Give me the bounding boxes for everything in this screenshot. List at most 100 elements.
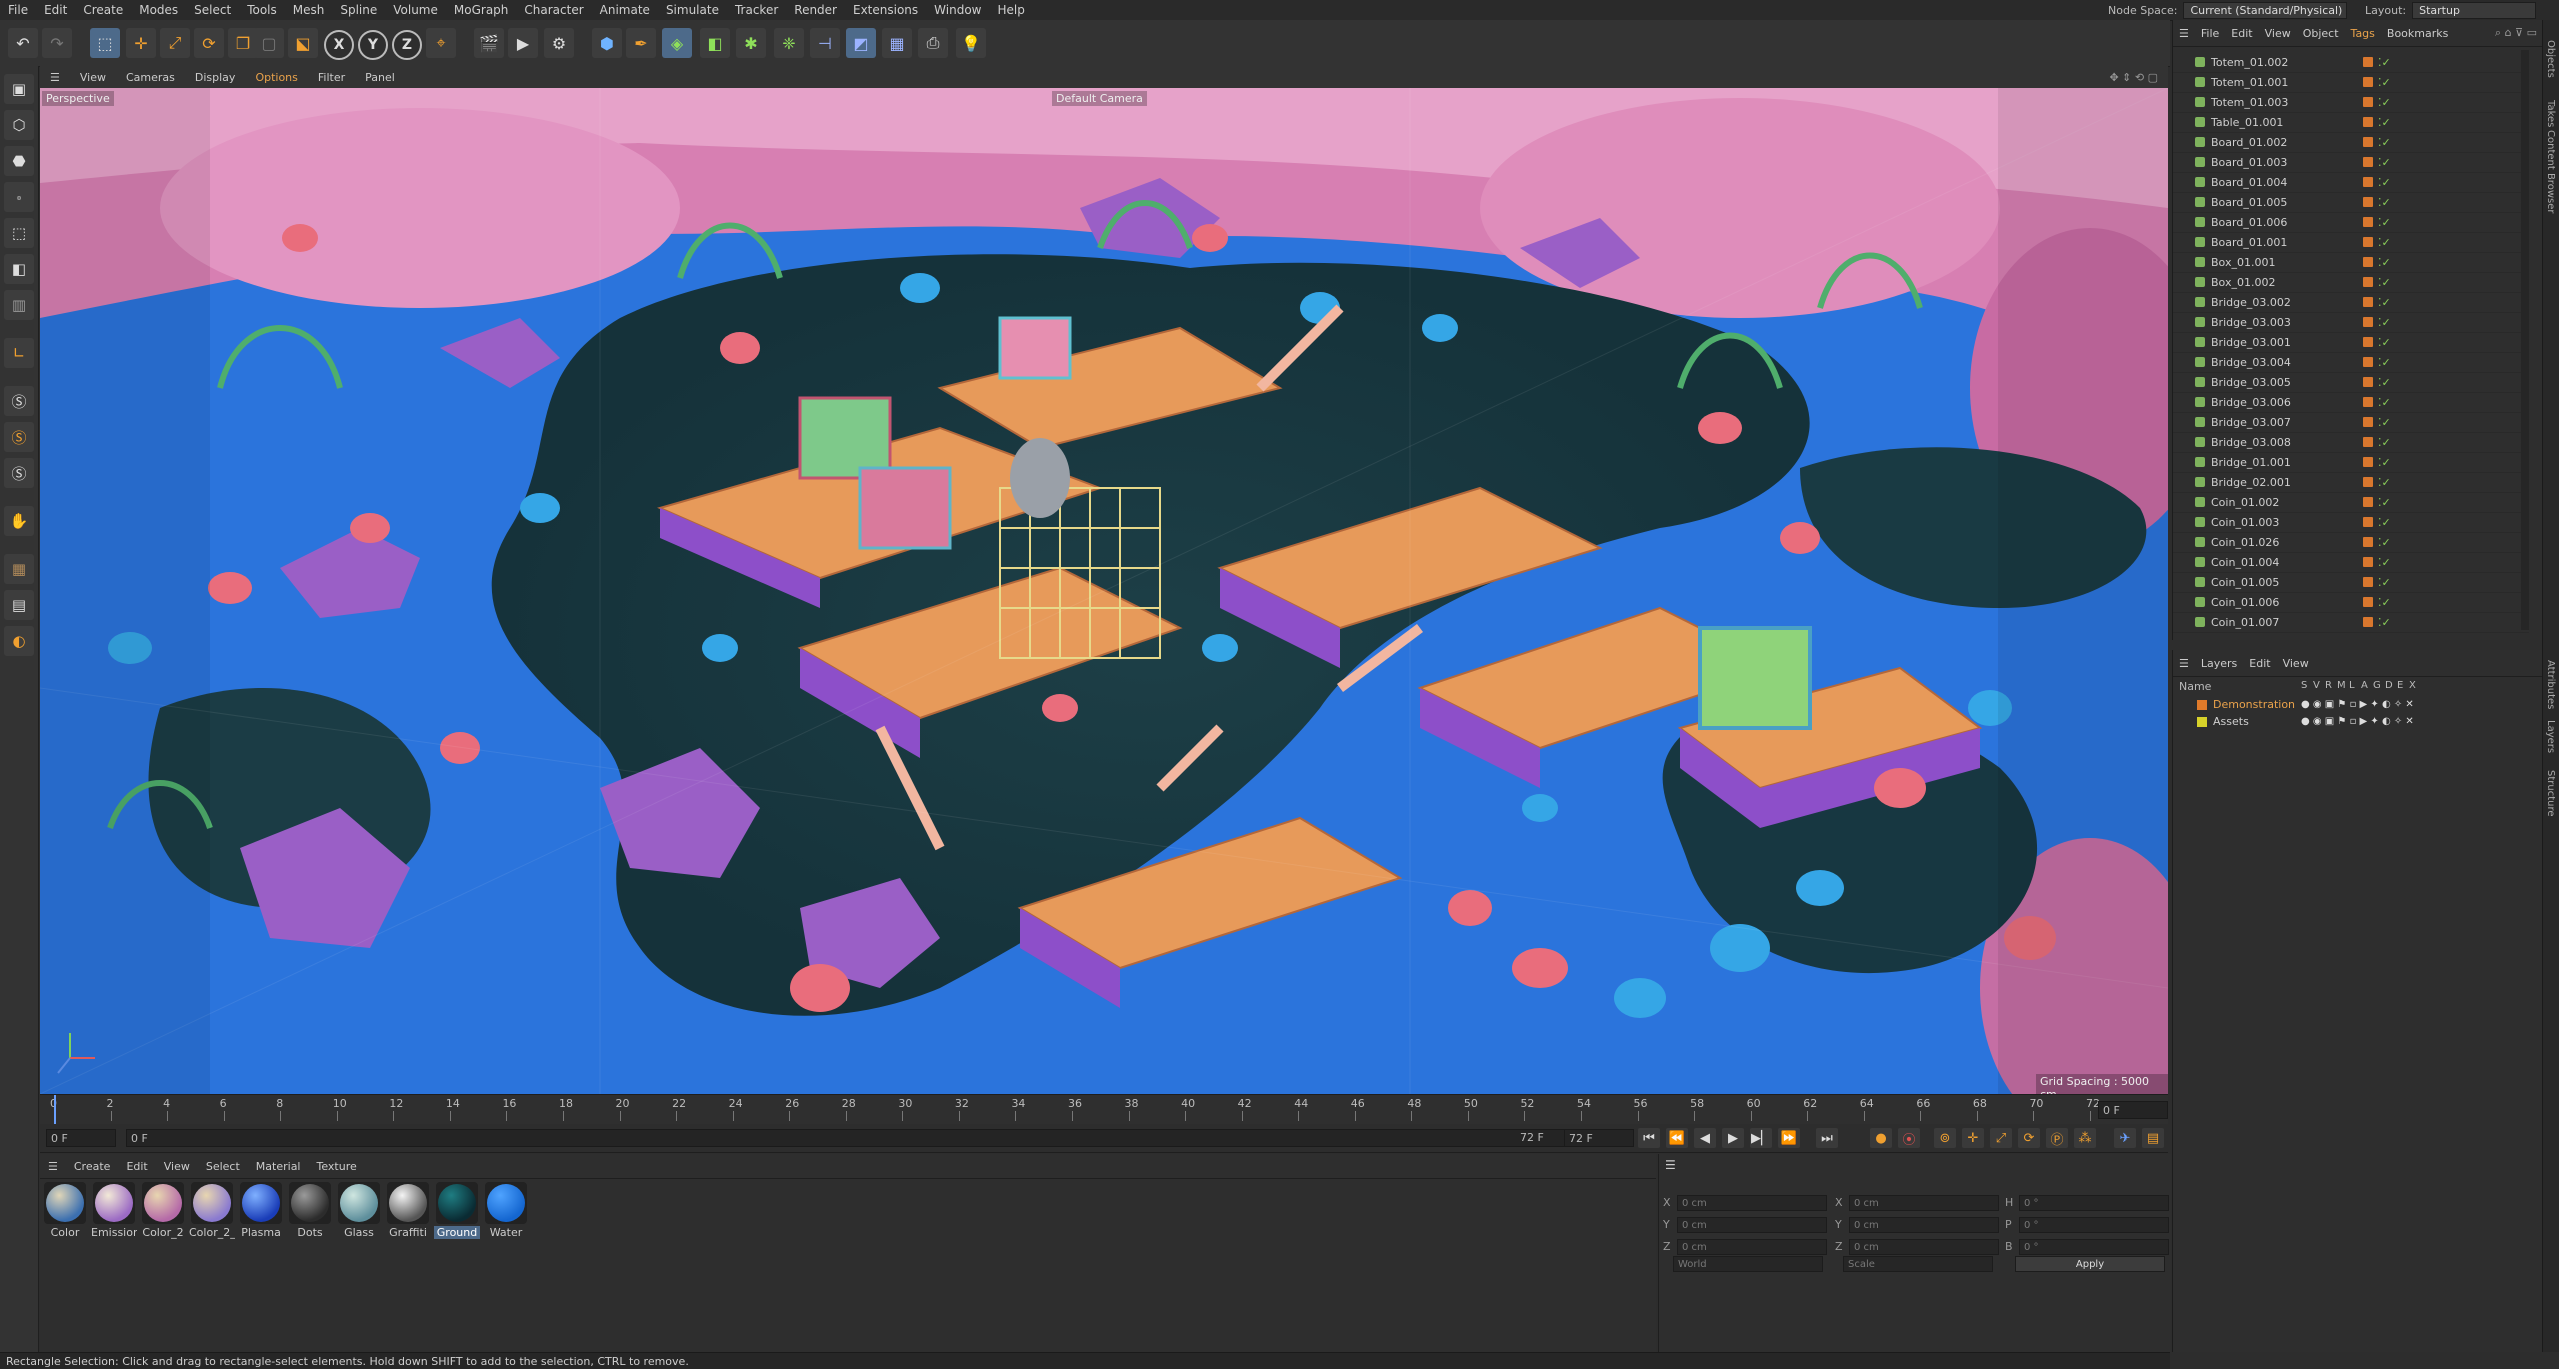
menu-item-tools[interactable]: Tools (239, 3, 285, 17)
go-to-end-icon[interactable]: ⏭ (1816, 1128, 1838, 1148)
menu-item-file[interactable]: File (0, 3, 36, 17)
material-menu-edit[interactable]: Edit (118, 1160, 155, 1173)
layer-row[interactable]: Assets ● ◉ ▣ ⚑ ▫ ▶ ✦ ◐ ✧ ✕ (2173, 713, 2533, 730)
record-active-icon[interactable]: ● (1870, 1128, 1892, 1148)
render-settings-icon[interactable]: ⚙ (544, 28, 574, 58)
position-key-icon[interactable]: ✛ (1962, 1128, 1984, 1148)
object-row[interactable]: Bridge_03.003 ⁚✓ (2173, 312, 2529, 333)
material-tag-icon[interactable] (2363, 357, 2373, 367)
visibility-check-icon[interactable]: ⁚✓ (2378, 556, 2391, 569)
visibility-check-icon[interactable]: ⁚✓ (2378, 76, 2391, 89)
solo-icon[interactable]: ◐ (4, 626, 34, 656)
viewport-menu-display[interactable]: Display (185, 71, 246, 84)
locked-workplane-icon[interactable]: ▤ (4, 590, 34, 620)
layer-color-swatch[interactable] (2197, 716, 2207, 727)
material-menu-view[interactable]: View (156, 1160, 198, 1173)
visibility-check-icon[interactable]: ⁚✓ (2378, 216, 2391, 229)
material-swatch[interactable]: Color (42, 1182, 88, 1239)
material-swatch[interactable]: Plasma (238, 1182, 284, 1239)
right-tab-takes[interactable]: Takes (2545, 100, 2556, 127)
object-row[interactable]: Bridge_01.001 ⁚✓ (2173, 452, 2529, 473)
menu-item-edit[interactable]: Edit (36, 3, 75, 17)
material-swatch[interactable]: Color_2_ (189, 1182, 235, 1239)
deformer-icon[interactable]: ⊣ (810, 28, 840, 58)
object-row[interactable]: Coin_01.004 ⁚✓ (2173, 552, 2529, 573)
material-hamburger-icon[interactable]: ☰ (40, 1160, 66, 1173)
previous-frame-icon[interactable]: ◀ (1694, 1128, 1716, 1148)
menu-item-volume[interactable]: Volume (385, 3, 446, 17)
visibility-check-icon[interactable]: ⁚✓ (2378, 456, 2391, 469)
material-tag-icon[interactable] (2363, 517, 2373, 527)
material-tag-icon[interactable] (2363, 597, 2373, 607)
viewport-menu-filter[interactable]: Filter (308, 71, 355, 84)
parameter-key-icon[interactable]: Ⓟ (2046, 1128, 2068, 1148)
visibility-check-icon[interactable]: ⁚✓ (2378, 56, 2391, 69)
visibility-check-icon[interactable]: ⁚✓ (2378, 436, 2391, 449)
right-tab-attributes[interactable]: Attributes (2545, 660, 2556, 709)
object-row[interactable]: Bridge_02.001 ⁚✓ (2173, 472, 2529, 493)
object-row[interactable]: Board_01.006 ⁚✓ (2173, 212, 2529, 233)
object-hamburger-icon[interactable]: ☰ (2173, 27, 2195, 40)
object-row[interactable]: Board_01.004 ⁚✓ (2173, 172, 2529, 193)
viewport-camera-label[interactable]: Default Camera (1052, 91, 1147, 106)
object-row[interactable]: Totem_01.001 ⁚✓ (2173, 72, 2529, 93)
object-row[interactable]: Coin_01.002 ⁚✓ (2173, 492, 2529, 513)
menu-item-help[interactable]: Help (990, 3, 1033, 17)
menu-item-select[interactable]: Select (186, 3, 239, 17)
cube-icon[interactable]: ⬢ (592, 28, 622, 58)
material-tag-icon[interactable] (2363, 217, 2373, 227)
coord-value-field[interactable]: 0 cm (1849, 1195, 1999, 1211)
coord-value-field[interactable]: 0 cm (1677, 1239, 1827, 1255)
object-row[interactable]: Board_01.001 ⁚✓ (2173, 232, 2529, 253)
object-row[interactable]: Coin_01.006 ⁚✓ (2173, 592, 2529, 613)
rectangle-selection-icon[interactable]: ⬚ (90, 28, 120, 58)
uv-mode-icon[interactable]: ▥ (4, 290, 34, 320)
visibility-check-icon[interactable]: ⁚✓ (2378, 356, 2391, 369)
material-swatch[interactable]: Dots (287, 1182, 333, 1239)
object-row[interactable]: Bridge_03.001 ⁚✓ (2173, 332, 2529, 353)
node-space-dropdown[interactable]: Current (Standard/Physical) (2183, 1, 2348, 19)
viewport-menu-panel[interactable]: Panel (355, 71, 405, 84)
material-tag-icon[interactable] (2363, 437, 2373, 447)
right-tab-objects[interactable]: Objects (2545, 40, 2556, 78)
visibility-check-icon[interactable]: ⁚✓ (2378, 176, 2391, 189)
z-axis-lock-icon[interactable]: Z (392, 30, 422, 60)
field-icon[interactable]: ◩ (846, 28, 876, 58)
make-editable-icon[interactable]: ▣ (4, 74, 34, 104)
material-tag-icon[interactable] (2363, 377, 2373, 387)
object-row[interactable]: Board_01.002 ⁚✓ (2173, 132, 2529, 153)
menu-item-modes[interactable]: Modes (131, 3, 186, 17)
visibility-check-icon[interactable]: ⁚✓ (2378, 116, 2391, 129)
next-frame-icon[interactable]: ▶▏ (1750, 1128, 1772, 1148)
scale-mode-dropdown[interactable]: Scale (1843, 1256, 1993, 1272)
layer-toggle-icons[interactable]: ● ◉ ▣ ⚑ ▫ ▶ ✦ ◐ ✧ ✕ (2301, 716, 2414, 727)
material-menu-material[interactable]: Material (248, 1160, 309, 1173)
object-menu-file[interactable]: File (2195, 27, 2225, 40)
timeline-window-icon[interactable]: ▤ (2142, 1128, 2164, 1148)
object-row[interactable]: Box_01.001 ⁚✓ (2173, 252, 2529, 273)
edges-mode-icon[interactable]: ⬚ (4, 218, 34, 248)
visibility-check-icon[interactable]: ⁚✓ (2378, 596, 2391, 609)
material-tag-icon[interactable] (2363, 557, 2373, 567)
next-key-icon[interactable]: ⏩ (1778, 1128, 1800, 1148)
material-swatch[interactable]: Graffiti (385, 1182, 431, 1239)
frame-range-slider[interactable]: 0 F (126, 1129, 1566, 1147)
object-row[interactable]: Bridge_03.002 ⁚✓ (2173, 292, 2529, 313)
viewport-menu-options[interactable]: Options (245, 71, 307, 84)
visibility-check-icon[interactable]: ⁚✓ (2378, 276, 2391, 289)
points-mode-icon[interactable]: ⬞ (4, 182, 34, 212)
coordinates-hamburger-icon[interactable]: ☰ (1665, 1158, 1676, 1172)
coord-value-field[interactable]: 0 ° (2019, 1195, 2169, 1211)
material-menu-texture[interactable]: Texture (308, 1160, 364, 1173)
visibility-check-icon[interactable]: ⁚✓ (2378, 396, 2391, 409)
object-row[interactable]: Box_01.002 ⁚✓ (2173, 272, 2529, 293)
object-menu-object[interactable]: Object (2297, 27, 2345, 40)
floor-icon[interactable]: ▦ (882, 28, 912, 58)
object-menu-bookmarks[interactable]: Bookmarks (2381, 27, 2454, 40)
menu-item-simulate[interactable]: Simulate (658, 3, 727, 17)
material-tag-icon[interactable] (2363, 197, 2373, 207)
visibility-check-icon[interactable]: ⁚✓ (2378, 136, 2391, 149)
coord-value-field[interactable]: 0 cm (1849, 1217, 1999, 1233)
material-tag-icon[interactable] (2363, 617, 2373, 627)
material-tag-icon[interactable] (2363, 97, 2373, 107)
